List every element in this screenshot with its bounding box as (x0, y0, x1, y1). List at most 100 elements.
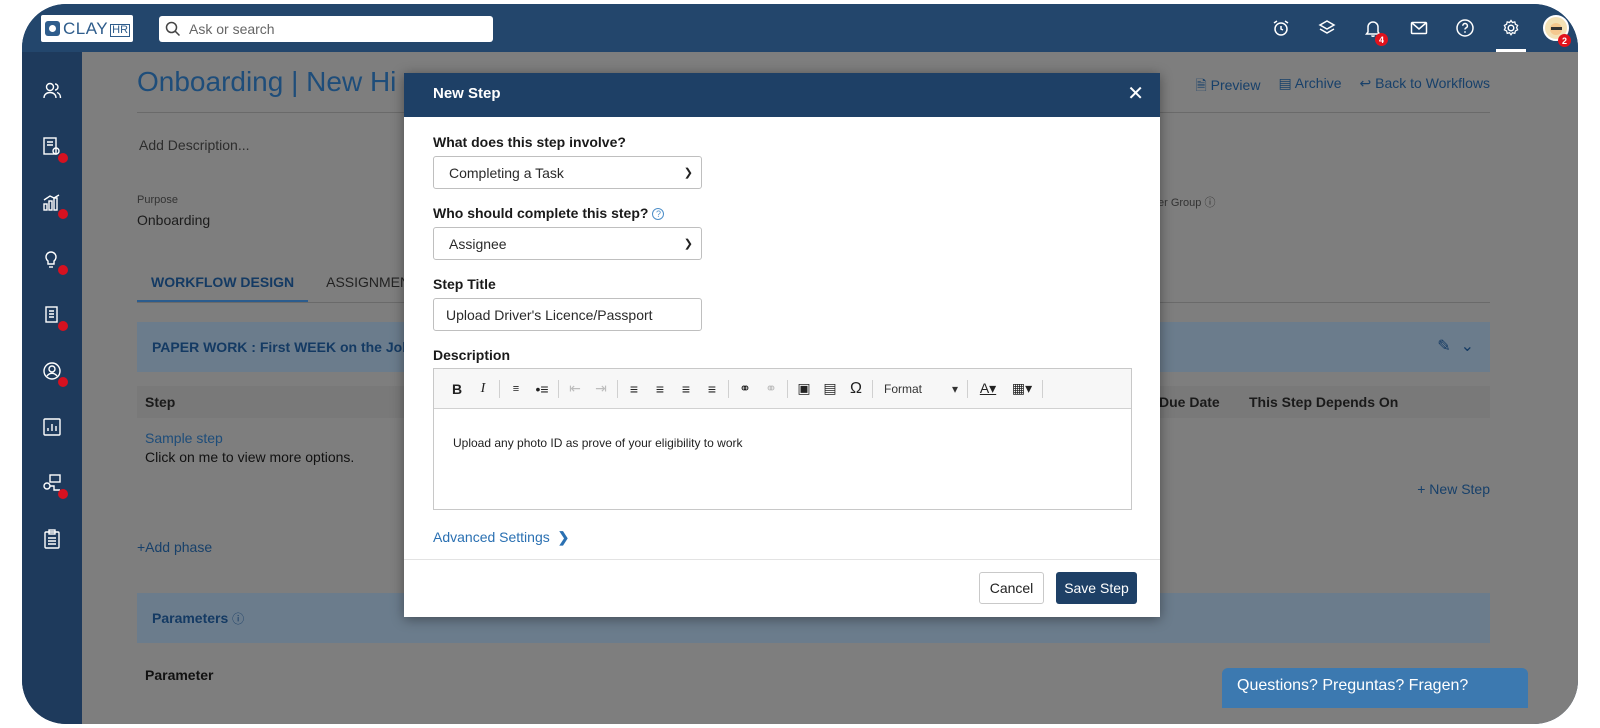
preview-link[interactable]: 🗎 Preview (1195, 75, 1260, 99)
logo[interactable]: CLAY HR (41, 15, 133, 42)
bold-icon[interactable]: B (444, 377, 470, 401)
search-input[interactable] (189, 21, 469, 37)
app-window: CLAY HR 4 (22, 4, 1578, 724)
chevron-down-icon: ❯ (683, 238, 693, 250)
user-avatar[interactable]: 2 (1534, 4, 1578, 52)
edit-pencil-icon[interactable]: ✎ (1437, 336, 1450, 356)
bulleted-list-icon[interactable]: •≡ (529, 377, 555, 401)
notifications-bell-icon[interactable]: 4 (1350, 4, 1396, 52)
advanced-settings-label: Advanced Settings (433, 529, 550, 545)
chevron-down-icon[interactable]: ⌄ (1461, 336, 1474, 356)
text-color-icon[interactable]: A▾ (971, 377, 1005, 401)
chat-help-button[interactable]: Questions? Preguntas? Fragen? (1222, 668, 1528, 708)
purpose-label: Purpose (137, 194, 178, 206)
preview-label: Preview (1210, 77, 1261, 93)
settings-gear-icon[interactable] (1488, 4, 1534, 52)
new-step-link[interactable]: + New Step (1417, 481, 1490, 497)
align-justify-icon[interactable]: ≡ (699, 377, 725, 401)
sidebar-notification-dot (58, 321, 68, 331)
image-icon[interactable]: ▣ (791, 377, 817, 401)
mail-icon[interactable] (1396, 4, 1442, 52)
align-left-icon[interactable]: ≡ (621, 377, 647, 401)
back-label: Back to Workflows (1375, 75, 1490, 91)
sample-step-link[interactable]: Sample step (145, 430, 223, 446)
indent-icon[interactable]: ⇥ (588, 377, 614, 401)
sidebar-notification-dot (58, 153, 68, 163)
toolbar-separator (967, 379, 968, 398)
search-bar[interactable] (159, 16, 493, 42)
cancel-button[interactable]: Cancel (979, 572, 1044, 604)
sidebar-item-ideas[interactable] (40, 247, 68, 275)
outdent-icon[interactable]: ⇤ (562, 377, 588, 401)
sidebar-item-workflows[interactable] (40, 471, 68, 499)
horizontal-rule-icon[interactable]: ▤ (817, 377, 843, 401)
involve-select[interactable]: Completing a Task ❯ (433, 156, 702, 189)
workflow-tabs: WORKFLOW DESIGN ASSIGNMENTS (137, 270, 446, 303)
assignee-select-value: Assignee (449, 235, 507, 252)
add-description-field[interactable]: Add Description... (139, 137, 250, 153)
new-step-modal: New Step ✕ What does this step involve? … (404, 73, 1160, 617)
sidebar-item-charts[interactable] (40, 415, 64, 439)
save-step-button[interactable]: Save Step (1056, 572, 1137, 604)
phase-actions: ✎ ⌄ (1437, 336, 1474, 356)
chart-icon (43, 418, 61, 436)
chevron-down-icon: ❯ (683, 167, 693, 179)
alarm-clock-icon[interactable] (1258, 4, 1304, 52)
sidebar-item-profile[interactable] (40, 359, 68, 387)
people-icon (43, 82, 62, 99)
rich-text-editor: B I ≡ •≡ ⇤ ⇥ ≡ ≡ ≡ ≡ ⚭ ⚭ ▣ ▤ Ω Format ▾ … (433, 368, 1132, 510)
sidebar-notification-dot (58, 377, 68, 387)
toolbar-separator (617, 379, 618, 398)
top-icons: 4 2 (1258, 4, 1578, 52)
sidebar-item-reports[interactable] (40, 135, 68, 163)
sample-step-hint: Click on me to view more options. (145, 449, 355, 465)
description-label: Description (433, 347, 511, 363)
modal-footer-divider (404, 559, 1160, 560)
col-step: Step (145, 394, 176, 410)
link-icon[interactable]: ⚭ (732, 377, 758, 401)
chevron-right-icon: ❯ (557, 529, 570, 545)
tab-workflow-design[interactable]: WORKFLOW DESIGN (137, 270, 309, 303)
format-label: Format (884, 381, 923, 396)
manager-group-label: er Group ⓘ (1158, 197, 1216, 209)
involve-label: What does this step involve? (433, 134, 626, 150)
italic-icon[interactable]: I (470, 377, 496, 401)
sidebar-item-people[interactable] (40, 79, 64, 103)
logo-suffix: HR (110, 23, 131, 37)
sidebar-item-analytics[interactable] (40, 191, 68, 219)
sidebar-notification-dot (58, 265, 68, 275)
special-character-icon[interactable]: Ω (843, 377, 869, 401)
toolbar-separator (558, 379, 559, 398)
sidebar-notification-dot (58, 489, 68, 499)
layers-icon[interactable] (1304, 4, 1350, 52)
numbered-list-icon[interactable]: ≡ (503, 377, 529, 401)
sidebar (22, 52, 82, 724)
purpose-value: Onboarding (137, 212, 211, 228)
help-icon[interactable] (1442, 4, 1488, 52)
background-color-icon[interactable]: ▦▾ (1005, 377, 1039, 401)
format-dropdown[interactable]: Format ▾ (876, 382, 964, 396)
modal-header: New Step ✕ (404, 73, 1160, 117)
help-icon[interactable]: ? (652, 208, 665, 220)
page-title: Onboarding | New Hi (137, 66, 397, 97)
toolbar-separator (499, 379, 500, 398)
close-icon[interactable]: ✕ (1127, 84, 1144, 104)
unlink-icon[interactable]: ⚭ (758, 377, 784, 401)
advanced-settings-link[interactable]: Advanced Settings ❯ (433, 529, 569, 546)
archive-link[interactable]: ▤ Archive (1278, 75, 1341, 99)
sidebar-item-documents[interactable] (40, 303, 68, 331)
editor-toolbar: B I ≡ •≡ ⇤ ⇥ ≡ ≡ ≡ ≡ ⚭ ⚭ ▣ ▤ Ω Format ▾ … (434, 369, 1131, 409)
back-to-workflows-link[interactable]: ↩ Back to Workflows (1359, 75, 1490, 99)
toolbar-separator (728, 379, 729, 398)
align-right-icon[interactable]: ≡ (673, 377, 699, 401)
toolbar-separator (1042, 379, 1043, 398)
sidebar-item-checklist[interactable] (40, 527, 64, 551)
assignee-select[interactable]: Assignee ❯ (433, 227, 702, 260)
add-phase-link[interactable]: +Add phase (137, 539, 212, 555)
align-center-icon[interactable]: ≡ (647, 377, 673, 401)
avatar-badge: 2 (1558, 34, 1571, 47)
archive-label: Archive (1294, 75, 1342, 91)
step-title-input[interactable]: Upload Driver's Licence/Passport (433, 298, 702, 331)
editor-content[interactable]: Upload any photo ID as prove of your eli… (434, 409, 1131, 477)
col-depends-on: This Step Depends On (1249, 394, 1399, 410)
